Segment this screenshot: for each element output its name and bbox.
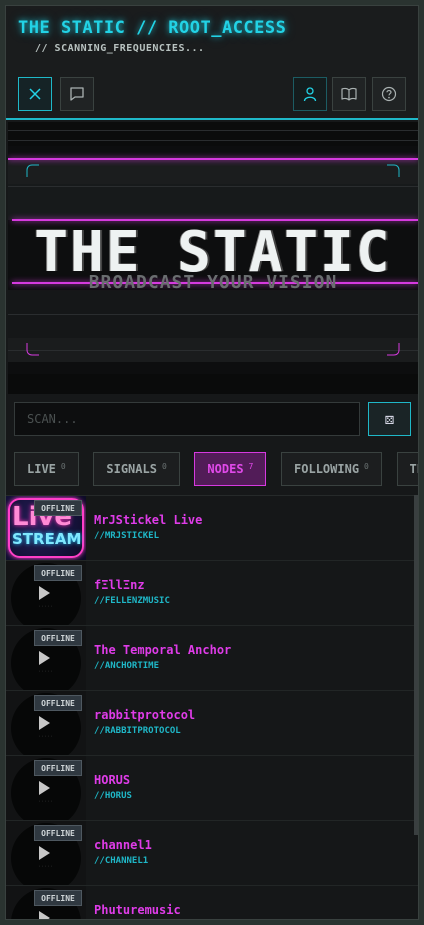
- status-badge: OFFLINE: [34, 630, 82, 646]
- status-badge: OFFLINE: [34, 695, 82, 711]
- channel-row[interactable]: ····· OFFLINE channel1 //CHANNEL1: [6, 821, 418, 886]
- guide-button[interactable]: [332, 77, 366, 111]
- channel-thumbnail: ····· OFFLINE: [6, 691, 86, 755]
- user-icon: [303, 87, 317, 102]
- channel-handle: //MRJSTICKEL: [94, 531, 160, 541]
- channel-row[interactable]: ····· OFFLINE fΞllΞnz //FELLENZMUSIC: [6, 561, 418, 626]
- corner-bracket-icon: [387, 343, 400, 356]
- tab-signals[interactable]: SIGNALS 0: [93, 452, 180, 486]
- tab-terminal[interactable]: TERMINAL: [396, 452, 418, 486]
- status-badge: OFFLINE: [34, 890, 82, 906]
- play-icon: [39, 586, 50, 600]
- search-input[interactable]: [14, 402, 360, 436]
- chat-button[interactable]: [60, 77, 94, 111]
- channel-handle: //FELLENZMUSIC: [94, 596, 170, 606]
- app-frame: THE STATIC // ROOT_ACCESS // SCANNING_FR…: [5, 5, 419, 920]
- channel-thumbnail: OFFLINE: [6, 886, 86, 919]
- channel-name: HORUS: [94, 773, 131, 787]
- hero-banner: THE STATIC BROADCAST YOUR VISION: [8, 122, 418, 394]
- channel-list: Live STREAM OFFLINE MrJStickel Live //MR…: [6, 495, 418, 919]
- channel-handle: //ANCHORTIME: [94, 661, 160, 671]
- list-scrollbar[interactable]: [414, 495, 418, 835]
- help-icon: [381, 86, 397, 102]
- corner-bracket-icon: [26, 343, 39, 356]
- channel-thumbnail: Live STREAM OFFLINE: [6, 496, 86, 560]
- play-icon: [39, 846, 50, 860]
- channel-name: The Temporal Anchor: [94, 643, 232, 657]
- channel-row[interactable]: Live STREAM OFFLINE MrJStickel Live //MR…: [6, 496, 418, 561]
- channel-row[interactable]: ····· OFFLINE rabbitprotocol //RABBITPRO…: [6, 691, 418, 756]
- corner-bracket-icon: [387, 164, 400, 177]
- channel-name: Phuturemusic: [94, 903, 181, 917]
- channel-row[interactable]: OFFLINE Phuturemusic: [6, 886, 418, 919]
- chat-icon: [70, 87, 84, 101]
- profile-button[interactable]: [293, 77, 327, 111]
- tab-following[interactable]: FOLLOWING 0: [281, 452, 382, 486]
- channel-thumbnail: ····· OFFLINE: [6, 821, 86, 885]
- channel-row[interactable]: ····· OFFLINE HORUS //HORUS: [6, 756, 418, 821]
- dice-icon: ⚄: [384, 410, 395, 428]
- play-icon: [39, 781, 50, 795]
- channel-name: fΞllΞnz: [94, 578, 145, 592]
- channel-handle: //CHANNEL1: [94, 856, 149, 866]
- tab-nodes[interactable]: NODES 7: [194, 452, 267, 486]
- book-icon: [341, 87, 357, 101]
- play-icon: [39, 651, 50, 665]
- tab-bar: LIVE0 SIGNALS0 NODES7 FOLLOWING0 TERMINA…: [14, 452, 418, 488]
- app-title: THE STATIC // ROOT_ACCESS: [18, 18, 287, 38]
- channel-thumbnail: ····· OFFLINE: [6, 626, 86, 690]
- toolbar: [6, 68, 418, 120]
- channel-thumbnail: ····· OFFLINE: [6, 756, 86, 820]
- close-icon: [29, 88, 41, 100]
- status-badge: OFFLINE: [34, 760, 82, 776]
- channel-thumbnail: ····· OFFLINE: [6, 561, 86, 625]
- app-subtitle: // SCANNING_FREQUENCIES...: [35, 43, 205, 54]
- play-icon: [39, 716, 50, 730]
- channel-name: MrJStickel Live: [94, 513, 203, 527]
- banner-tagline: BROADCAST YOUR VISION: [88, 272, 338, 293]
- channel-row[interactable]: ····· OFFLINE The Temporal Anchor //ANCH…: [6, 626, 418, 691]
- close-button[interactable]: [18, 77, 52, 111]
- status-badge: OFFLINE: [34, 500, 82, 516]
- status-badge: OFFLINE: [34, 565, 82, 581]
- corner-bracket-icon: [26, 164, 39, 177]
- tab-live[interactable]: LIVE 0: [14, 452, 79, 486]
- app-header: THE STATIC // ROOT_ACCESS // SCANNING_FR…: [6, 6, 418, 68]
- channel-handle: //RABBITPROTOCOL: [94, 726, 181, 736]
- channel-handle: //HORUS: [94, 791, 132, 801]
- status-badge: OFFLINE: [34, 825, 82, 841]
- random-button[interactable]: ⚄: [368, 402, 411, 436]
- play-icon: [39, 911, 50, 919]
- channel-name: channel1: [94, 838, 152, 852]
- help-button[interactable]: [372, 77, 406, 111]
- channel-name: rabbitprotocol: [94, 708, 196, 722]
